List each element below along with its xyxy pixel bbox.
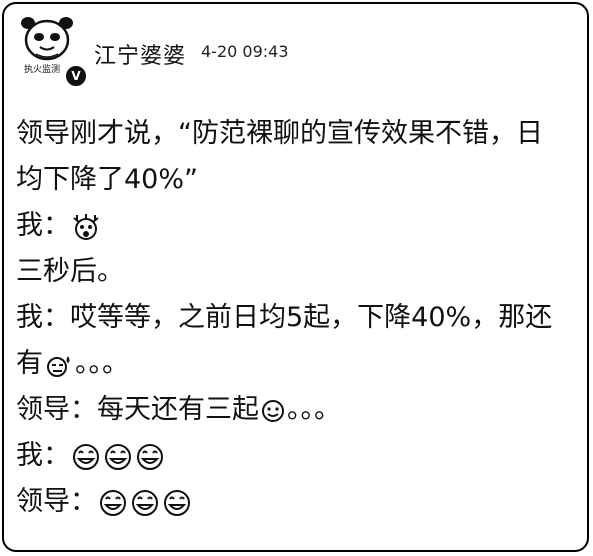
text-line-9: 领导： xyxy=(16,482,576,528)
post-timestamp: 4-20 09:43 xyxy=(201,42,289,61)
text-line-5: 我：哎等等，之前日均5起，下降40%，那还 xyxy=(16,302,553,333)
verified-badge-icon: V xyxy=(64,64,88,88)
speaker-leader: 领导： xyxy=(16,486,97,517)
speaker-me: 我： xyxy=(16,440,70,471)
text-line-6-start: 有 xyxy=(16,348,43,379)
smile-face-icon xyxy=(260,398,286,424)
shocked-face-icon xyxy=(71,213,101,240)
text-line-7-ellipsis: 。。。 xyxy=(287,394,341,425)
sweat-face-icon xyxy=(44,352,74,378)
smile-face-icon xyxy=(71,442,101,472)
text-line-6: 有 。。。 xyxy=(16,344,576,390)
text-line-4: 三秒后。 xyxy=(16,256,124,287)
avatar-caption: 执火监测 xyxy=(24,63,60,75)
text-line-2: 均下降了40%” xyxy=(16,164,198,195)
speaker-me: 我： xyxy=(16,210,70,241)
text-line-6-ellipsis: 。。。 xyxy=(75,348,129,379)
post-header: 执火监测 V 江宁婆婆 4-20 09:43 xyxy=(16,14,576,88)
username[interactable]: 江宁婆婆 xyxy=(94,38,186,70)
smile-face-icon xyxy=(130,488,160,518)
smile-face-icon xyxy=(98,488,128,518)
smile-face-icon xyxy=(103,442,133,472)
smile-face-icon xyxy=(135,442,165,472)
text-line-1: 领导刚才说，“防范裸聊的宣传效果不错，日 xyxy=(16,118,543,149)
text-line-8: 我： xyxy=(16,436,576,482)
text-line-7-start: 领导：每天还有三起 xyxy=(16,394,259,425)
text-line-7: 领导：每天还有三起 。。。 xyxy=(16,390,576,436)
post-body: 领导刚才说，“防范裸聊的宣传效果不错，日 均下降了40%” 我： 三秒后。 我：… xyxy=(16,114,576,528)
smile-face-icon xyxy=(162,488,192,518)
text-line-3: 我： xyxy=(16,206,576,252)
post-card: 执火监测 V 江宁婆婆 4-20 09:43 领导刚才说，“防范裸聊的宣传效果不… xyxy=(2,2,589,552)
